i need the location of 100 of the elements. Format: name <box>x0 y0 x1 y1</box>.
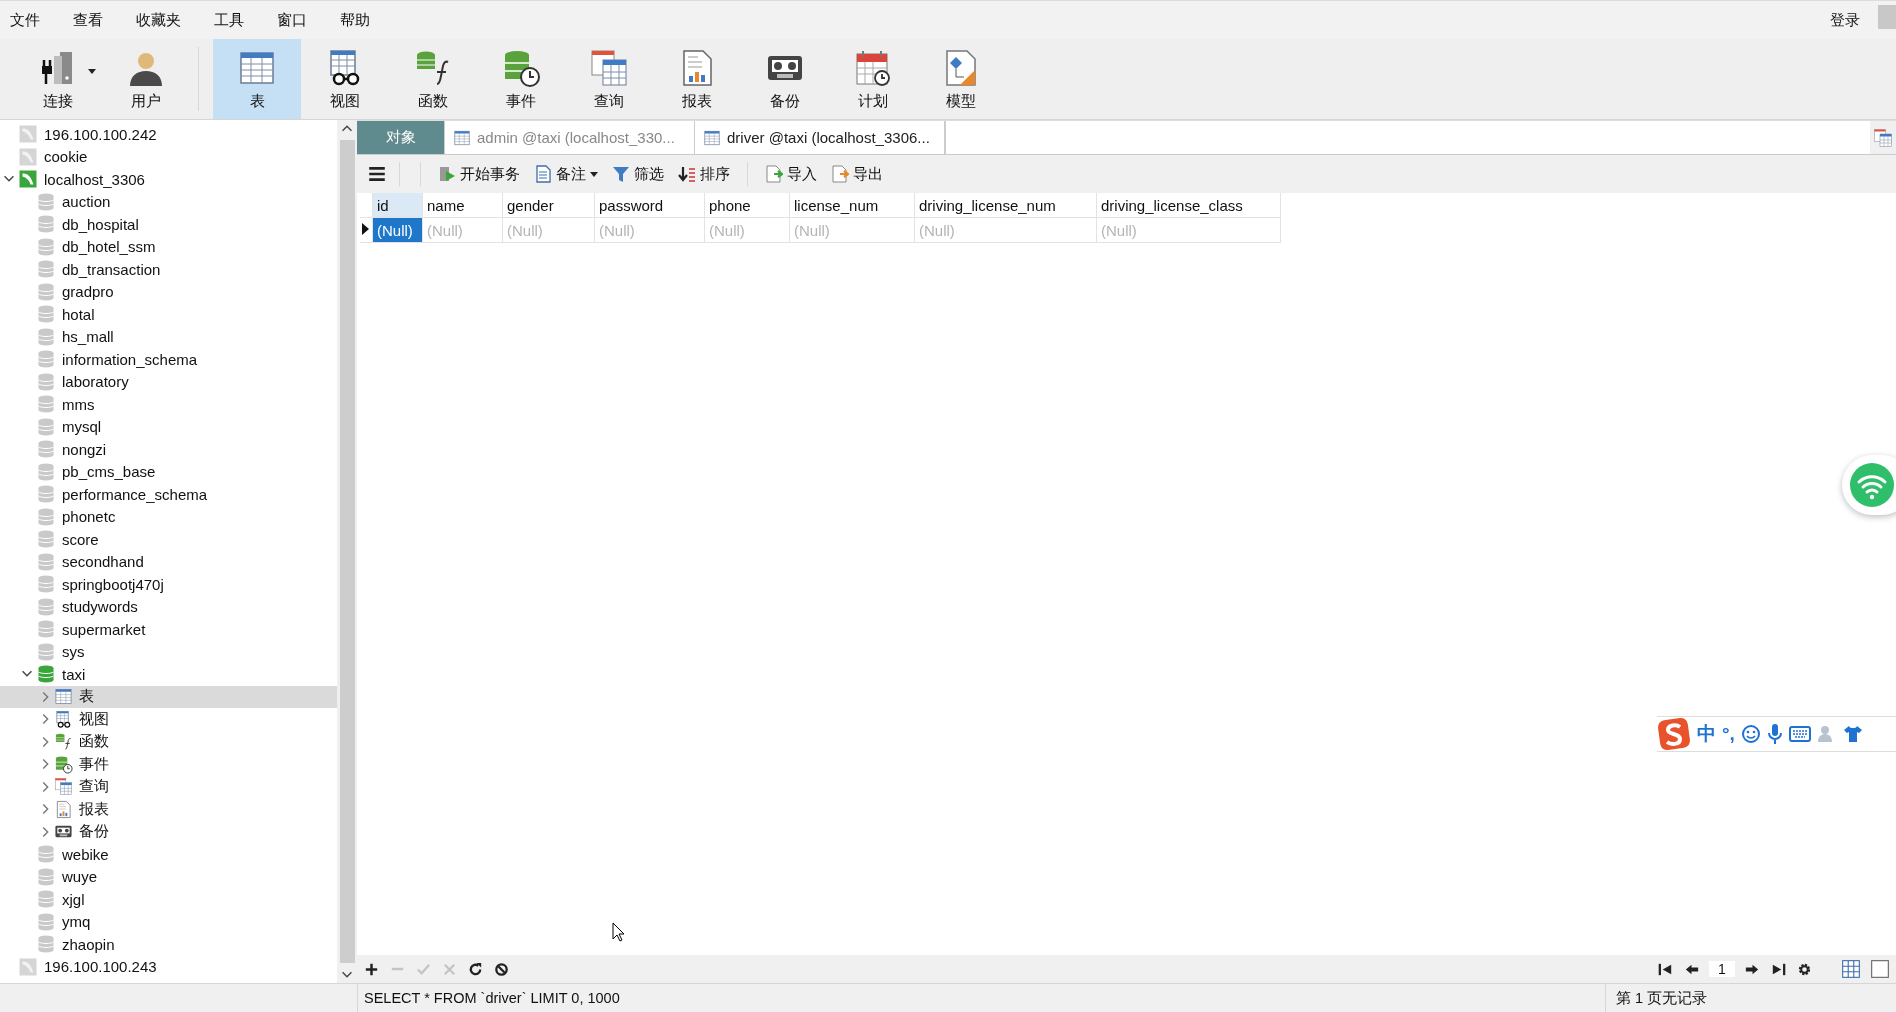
toolbar-button[interactable]: 连接 <box>14 39 102 119</box>
tree-item[interactable]: studywords <box>0 595 337 618</box>
column-header[interactable]: license_num <box>789 193 915 218</box>
tree-item[interactable]: 196.100.100.243 <box>0 955 337 978</box>
toolbar-button[interactable]: 计划 <box>829 39 917 119</box>
stop-icon <box>493 960 510 978</box>
column-header[interactable]: gender <box>502 193 595 218</box>
tree-item[interactable]: score <box>0 528 337 551</box>
tree-item[interactable]: 196.100.100.242 <box>0 123 337 146</box>
tree-item[interactable]: db_hotel_ssm <box>0 235 337 258</box>
keyboard-icon[interactable] <box>1788 726 1811 742</box>
column-header[interactable]: name <box>422 193 503 218</box>
tree-item[interactable]: xjgl <box>0 888 337 911</box>
toolbar-button[interactable]: 开始事务 <box>433 162 525 186</box>
toolbar-button[interactable]: 导出 <box>826 162 888 186</box>
tree-item[interactable]: 备份 <box>0 820 337 843</box>
input-mode-toggle[interactable]: 中 <box>1697 721 1716 747</box>
login-link[interactable]: 登录 <box>1824 8 1866 32</box>
menu-item[interactable]: 工具 <box>208 8 250 32</box>
toolbar-button[interactable]: 备份 <box>741 39 829 119</box>
tree-item[interactable]: db_hospital <box>0 213 337 236</box>
tree-item[interactable]: gradpro <box>0 280 337 303</box>
toolbar-button[interactable]: 用户 <box>102 39 190 119</box>
table-icon <box>453 128 471 147</box>
column-header[interactable]: phone <box>704 193 790 218</box>
column-header[interactable]: driving_license_num <box>914 193 1097 218</box>
tree-item[interactable]: secondhand <box>0 550 337 573</box>
tree-item[interactable]: cookie <box>0 145 337 168</box>
tree-item[interactable]: db_transaction <box>0 258 337 281</box>
column-header[interactable]: password <box>594 193 705 218</box>
report-icon <box>54 799 73 819</box>
tree-item[interactable]: taxi <box>0 663 337 686</box>
toolbar-button[interactable]: 事件 <box>477 39 565 119</box>
grid-view-icon[interactable] <box>1841 959 1861 979</box>
tree-item[interactable]: 报表 <box>0 798 337 821</box>
tab[interactable]: admin @taxi (localhost_330... <box>445 121 695 154</box>
shirt-icon[interactable] <box>1842 724 1863 744</box>
tree-item[interactable]: mysql <box>0 415 337 438</box>
tree-item[interactable]: localhost_3306 <box>0 168 337 191</box>
toolbar-button[interactable]: 视图 <box>301 39 389 119</box>
query-icon <box>1873 127 1893 148</box>
tree-item[interactable]: supermarket <box>0 618 337 641</box>
toolbar-button[interactable]: 备注 <box>529 162 603 186</box>
tree-item[interactable]: springbootj470j <box>0 573 337 596</box>
microphone-icon[interactable] <box>1766 723 1783 745</box>
memo-icon <box>534 165 552 183</box>
mouse-cursor-icon <box>612 922 626 942</box>
tree-item[interactable]: 查询 <box>0 775 337 798</box>
emoji-icon[interactable] <box>1740 724 1761 744</box>
tree-item[interactable]: 函数 <box>0 730 337 753</box>
tree-item[interactable]: performance_schema <box>0 483 337 506</box>
refresh-icon <box>467 960 484 978</box>
toolbar-button[interactable]: 排序 <box>673 162 735 186</box>
tree-item[interactable]: wuye <box>0 865 337 888</box>
view-icon <box>54 709 73 729</box>
tree-item[interactable]: pb_cms_base <box>0 460 337 483</box>
column-header[interactable]: id <box>372 193 423 218</box>
menu-item[interactable]: 查看 <box>67 8 109 32</box>
tree-item[interactable]: phonetc <box>0 505 337 528</box>
tree-item[interactable]: 事件 <box>0 753 337 776</box>
tree-item[interactable]: 表 <box>0 685 337 708</box>
ime-logo-icon[interactable] <box>1657 717 1691 751</box>
filter-icon <box>612 165 630 183</box>
tree-item[interactable]: sys <box>0 640 337 663</box>
tab[interactable]: 对象 <box>357 121 445 154</box>
stop-button[interactable] <box>493 960 510 978</box>
tree-item[interactable]: hotal <box>0 303 337 326</box>
tab[interactable]: driver @taxi (localhost_3306... <box>695 121 945 154</box>
export-icon <box>831 165 849 183</box>
toolbar-button[interactable]: 模型 <box>917 39 1005 119</box>
tree-item[interactable]: hs_mall <box>0 325 337 348</box>
table-icon <box>54 687 73 707</box>
page-number-field[interactable]: 1 <box>1709 961 1735 977</box>
column-header[interactable]: driving_license_class <box>1096 193 1281 218</box>
tree-item[interactable]: nongzi <box>0 438 337 461</box>
query-icon <box>54 777 73 797</box>
tree-item[interactable]: laboratory <box>0 370 337 393</box>
toolbar-button[interactable]: 函数 <box>389 39 477 119</box>
menu-item[interactable]: 文件 <box>4 8 46 32</box>
menu-item[interactable]: 窗口 <box>271 8 313 32</box>
toolbar-button[interactable]: 报表 <box>653 39 741 119</box>
toolbar-button[interactable]: 导入 <box>760 162 822 186</box>
tree-item[interactable]: 视图 <box>0 708 337 731</box>
tree-item[interactable]: webike <box>0 843 337 866</box>
refresh-button[interactable] <box>467 960 484 978</box>
tree-item[interactable]: mms <box>0 393 337 416</box>
menu-item[interactable]: 帮助 <box>334 8 376 32</box>
toolbar-button[interactable]: 查询 <box>565 39 653 119</box>
tree-item[interactable]: zhaopin <box>0 933 337 956</box>
tree-item[interactable]: information_schema <box>0 348 337 371</box>
wifi-icon <box>1850 463 1894 507</box>
toolbar-button[interactable]: 表 <box>213 39 301 119</box>
menu-icon[interactable] <box>367 164 387 184</box>
tree-item[interactable]: ymq <box>0 910 337 933</box>
toolbar-button[interactable]: 筛选 <box>607 162 669 186</box>
form-view-icon[interactable] <box>1870 959 1890 979</box>
function-icon <box>54 732 73 752</box>
menu-item[interactable]: 收藏夹 <box>130 8 187 32</box>
tree-item[interactable]: auction <box>0 190 337 213</box>
punctuation-toggle[interactable]: °, <box>1722 723 1735 745</box>
